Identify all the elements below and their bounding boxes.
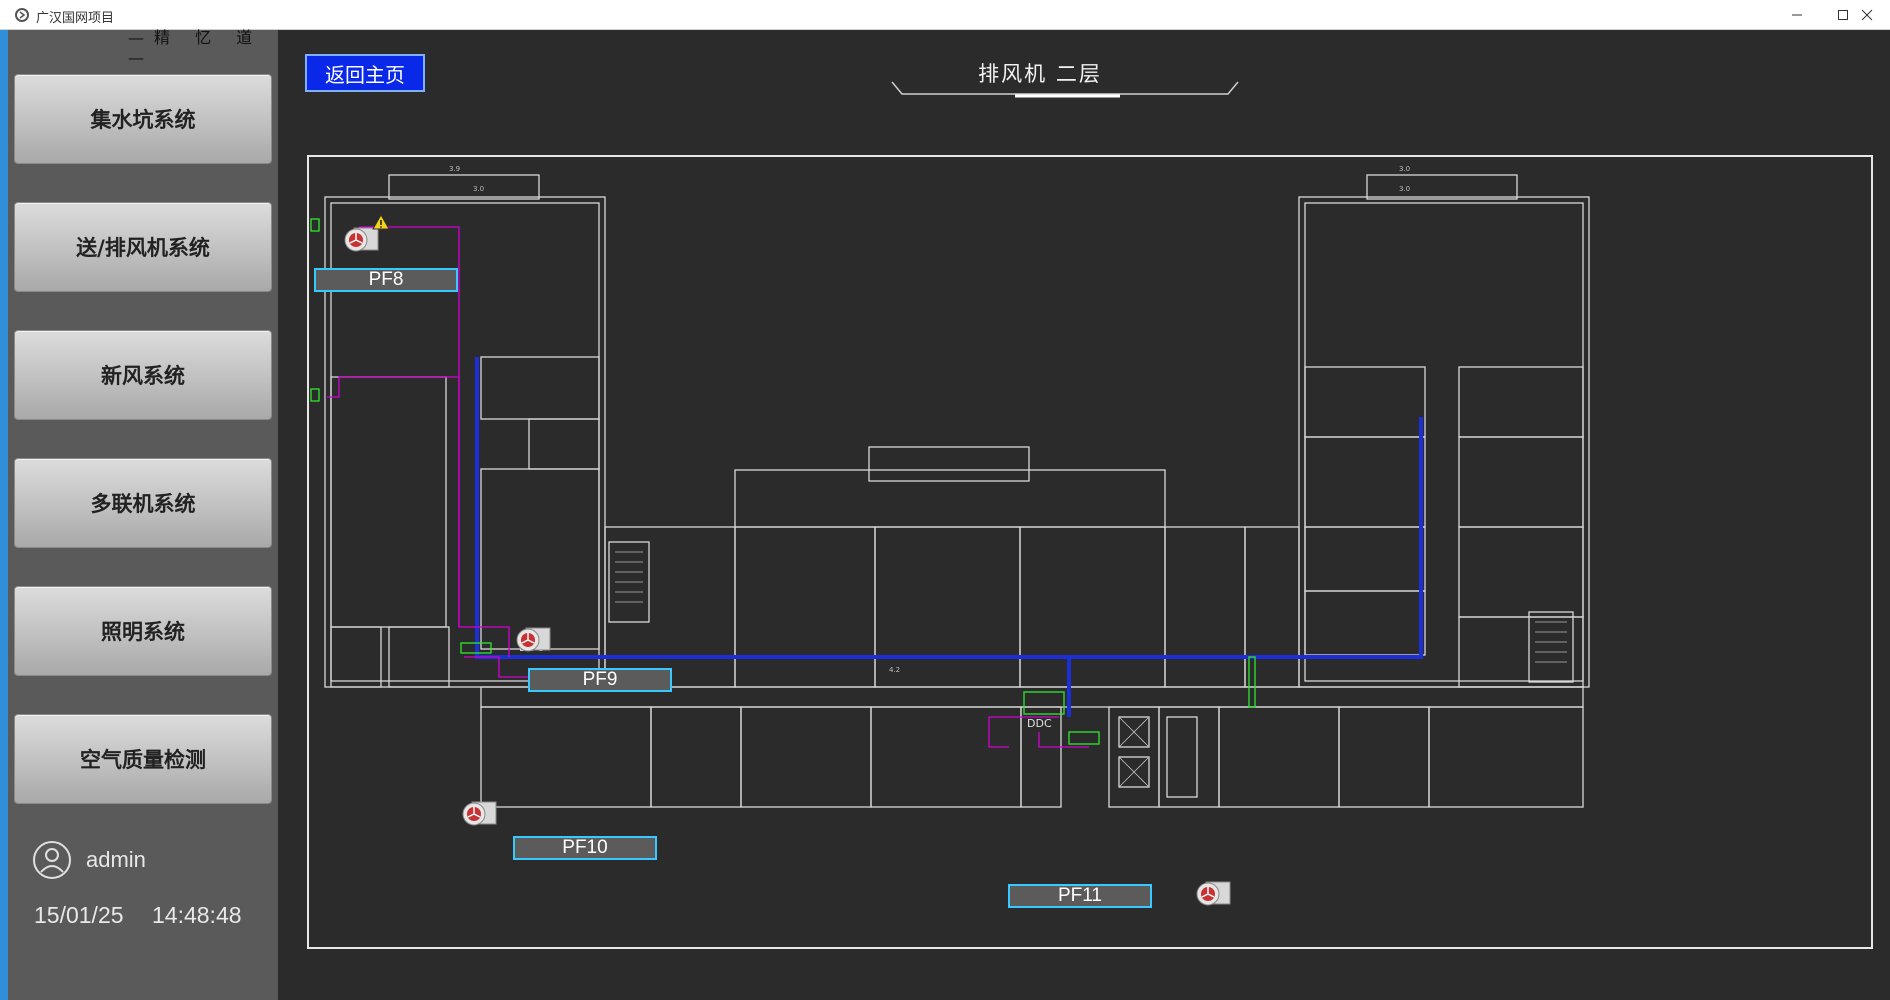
title-decoration — [891, 81, 1239, 98]
current-time: 14:48:48 — [152, 902, 242, 928]
floor-plan-drawing: 3.9 3.0 3.0 3.0 4.2 DDC DDC — [310, 165, 1590, 808]
left-accent-bar — [0, 30, 8, 1000]
close-icon — [1861, 9, 1873, 21]
fan-pf10-label[interactable]: PF10 — [513, 836, 657, 860]
floor-plan: 3.9 3.0 3.0 3.0 4.2 DDC DDC — [307, 155, 1873, 949]
dim-label: 3.0 — [473, 185, 484, 193]
warning-icon[interactable] — [372, 214, 390, 230]
nav-fresh-air-button[interactable]: 新风系统 — [14, 330, 272, 420]
nav-vrf-system-button[interactable]: 多联机系统 — [14, 458, 272, 548]
sidebar: —精 忆 道— 集水坑系统 送/排风机系统 新风系统 多联机系统 照明系统 空气… — [8, 28, 278, 1000]
fan-pf11-icon[interactable] — [1192, 876, 1234, 914]
minimize-button[interactable] — [1774, 0, 1820, 30]
current-date: 15/01/25 — [34, 902, 124, 928]
fan-pf9-icon[interactable] — [512, 622, 554, 660]
user-avatar-icon[interactable] — [32, 840, 72, 880]
fan-pf9-label[interactable]: PF9 — [528, 668, 672, 692]
dim-label: 3.9 — [449, 165, 460, 173]
back-home-button[interactable]: 返回主页 — [305, 54, 425, 92]
app-logo-icon — [15, 8, 29, 22]
window-title: 广汉国网项目 — [36, 11, 115, 26]
close-button[interactable] — [1844, 0, 1890, 30]
fan-pf11-label[interactable]: PF11 — [1008, 884, 1152, 908]
nav-lighting-button[interactable]: 照明系统 — [14, 586, 272, 676]
dim-label: 3.0 — [1399, 165, 1410, 173]
dim-label: 4.2 — [889, 666, 900, 674]
minimize-icon — [1792, 14, 1802, 16]
nav-fan-system-button[interactable]: 送/排风机系统 — [14, 202, 272, 292]
nav-air-quality-button[interactable]: 空气质量检测 — [14, 714, 272, 804]
fan-pf8-label[interactable]: PF8 — [314, 268, 458, 292]
ddc-label: DDC — [1027, 717, 1052, 730]
fan-pf10-icon[interactable] — [458, 796, 500, 834]
dim-label: 3.0 — [1399, 185, 1410, 193]
nav-sump-system-button[interactable]: 集水坑系统 — [14, 74, 272, 164]
window-titlebar: 广汉国网项目 — [0, 0, 1890, 30]
sidebar-top-text: —精 忆 道— — [128, 28, 263, 67]
user-name: admin — [86, 847, 146, 872]
